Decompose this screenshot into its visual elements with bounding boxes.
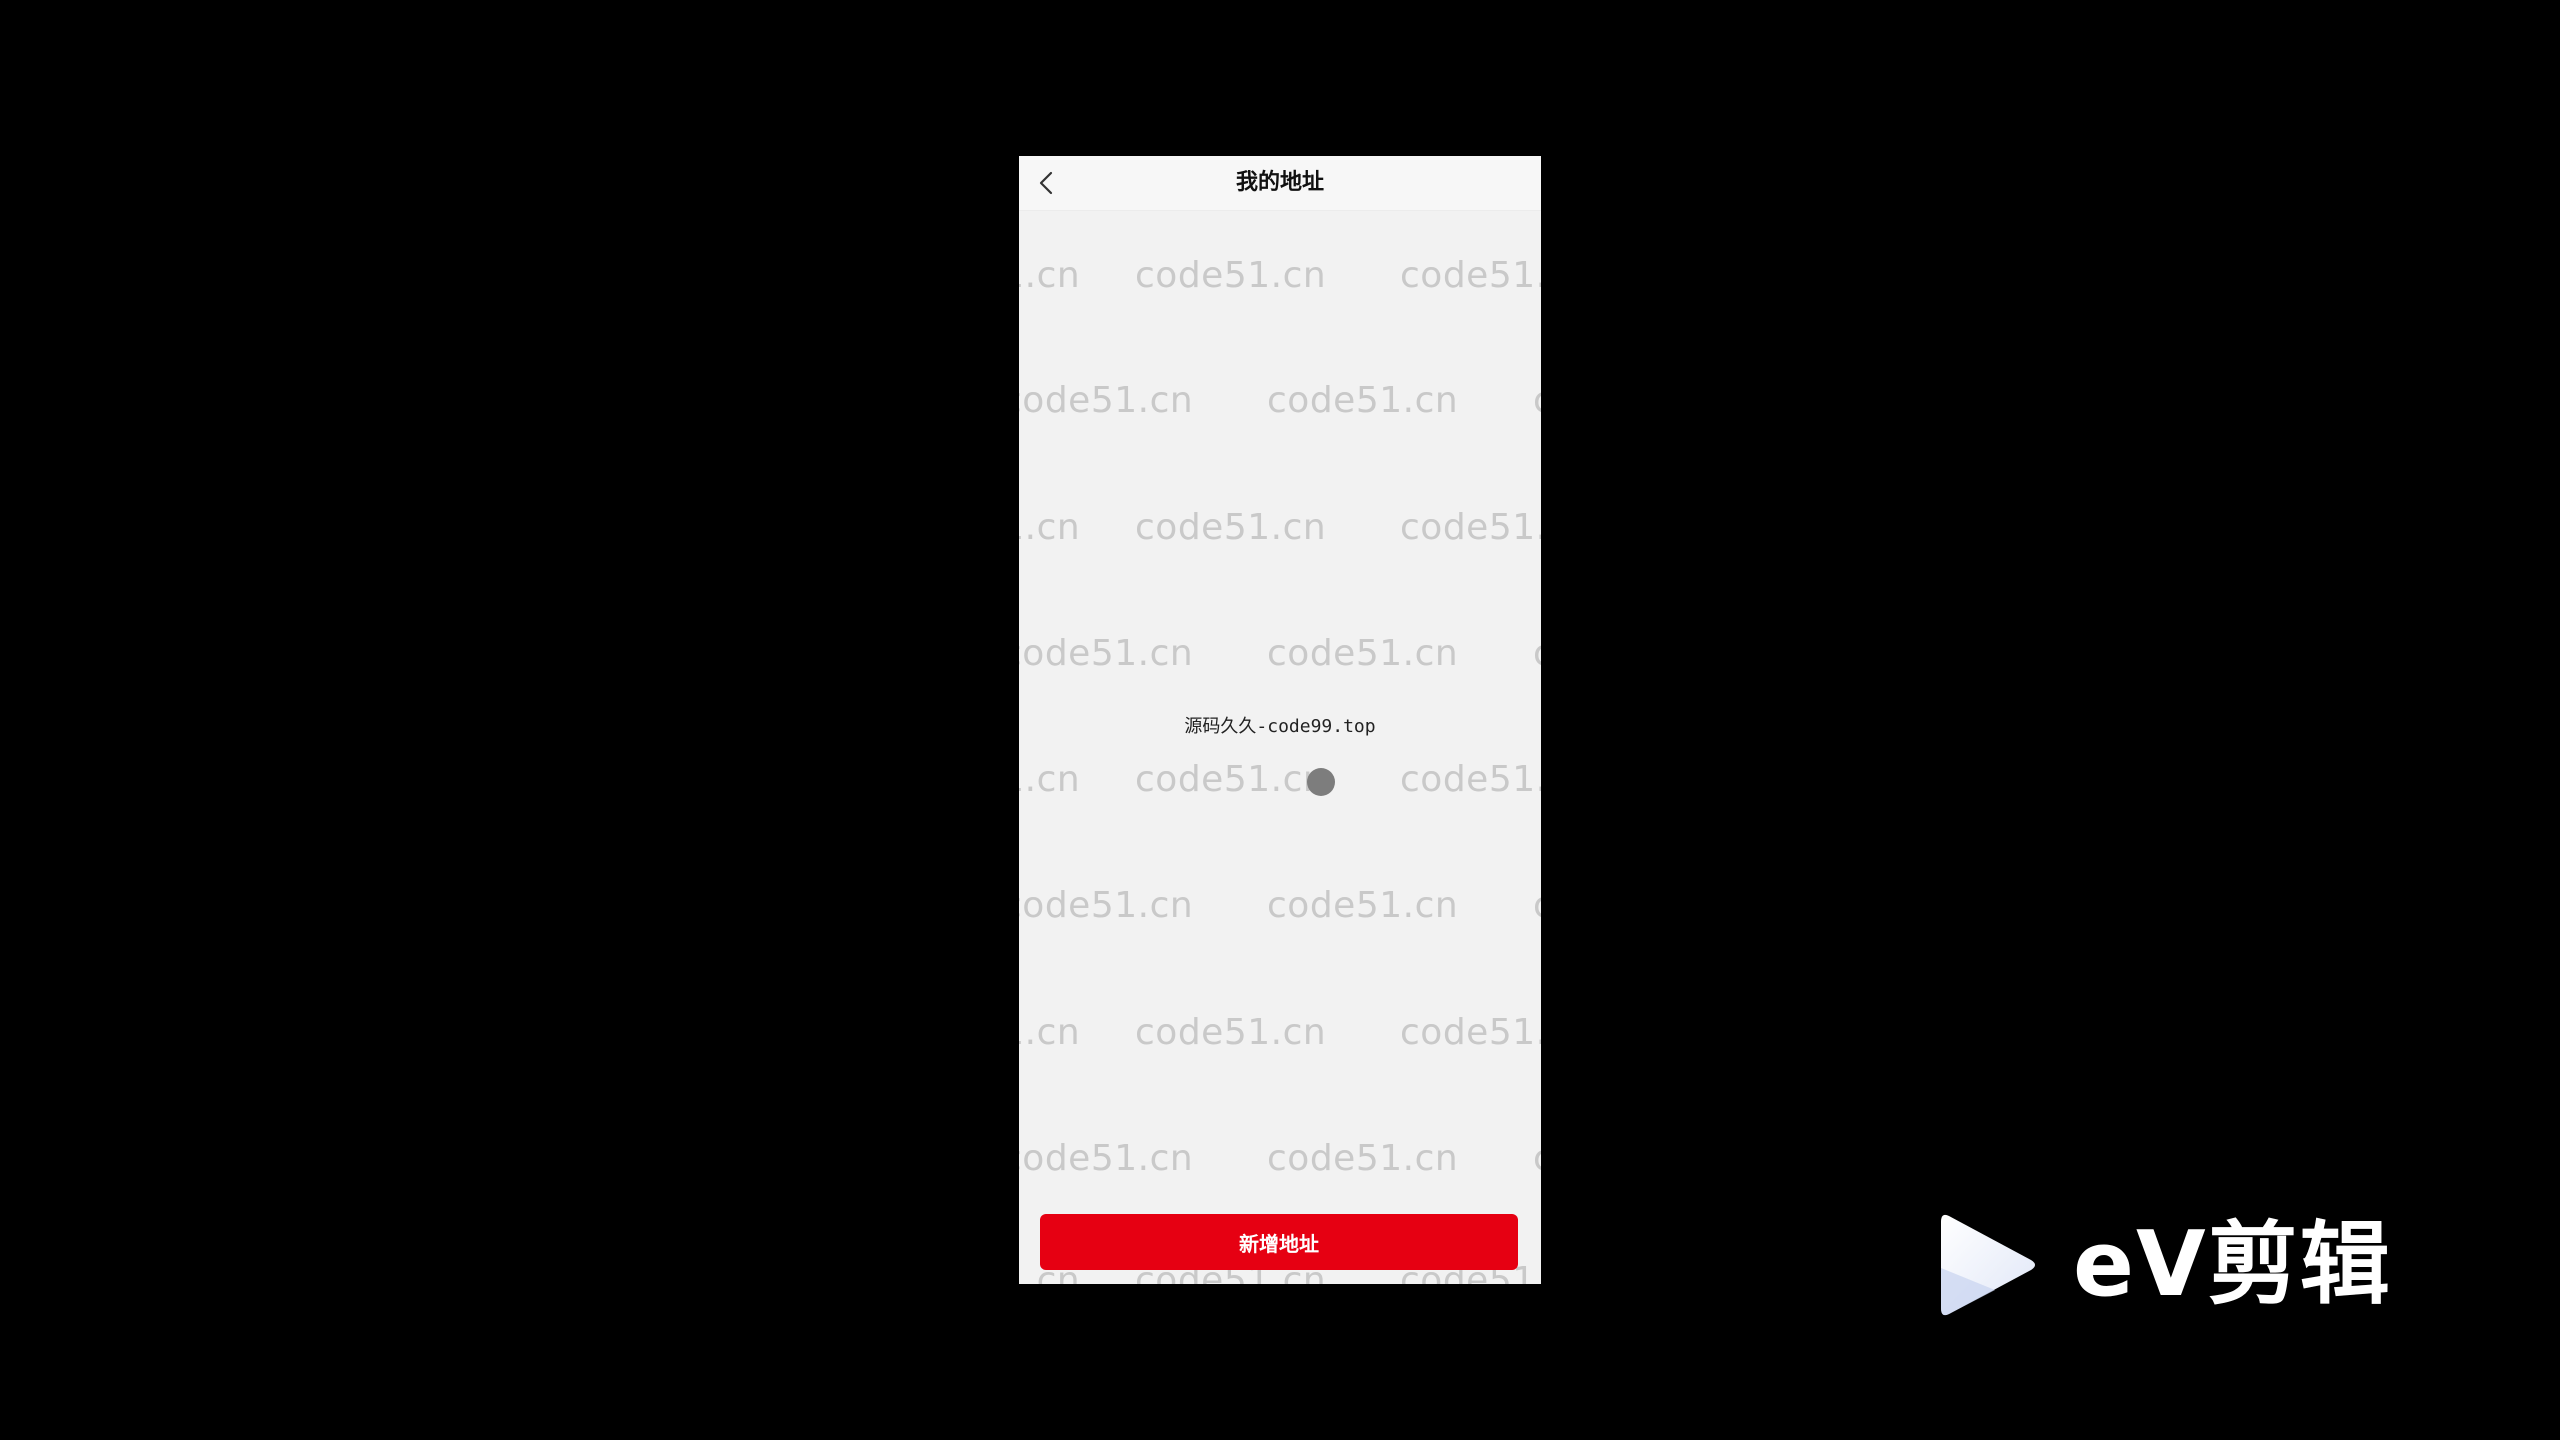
watermark: code51.cn [1135, 255, 1327, 296]
watermark: code51.cn [1267, 633, 1459, 674]
touch-indicator [1307, 768, 1335, 796]
watermark: code51.cn [1019, 633, 1194, 674]
play-icon [1941, 1214, 2035, 1316]
watermark: code51.cn [1019, 507, 1081, 548]
watermark: code51.cn [1533, 633, 1541, 674]
watermark: code51.cn [1019, 759, 1081, 800]
watermark: code51.cn [1400, 1012, 1541, 1053]
watermark: code51.cn [1019, 1012, 1081, 1053]
watermark: code51.cn [1533, 885, 1541, 926]
empty-message: 源码久久-code99.top [1184, 716, 1376, 737]
watermark: code51.cn [1019, 255, 1081, 296]
page-title: 我的地址 [1235, 170, 1324, 195]
ev-brand-watermark: eV剪辑 [1935, 1208, 2425, 1322]
back-button[interactable] [1029, 165, 1065, 201]
add-address-button[interactable]: 新增地址 [1040, 1214, 1518, 1270]
watermark: code51.cn [1135, 1012, 1327, 1053]
watermark: code51.cn [1135, 759, 1327, 800]
watermark: code51.cn [1400, 759, 1541, 800]
nav-bar: 我的地址 [1019, 156, 1541, 211]
watermark: code51.cn [1267, 885, 1459, 926]
chevron-left-icon [1039, 171, 1053, 195]
watermark: code51.cn [1267, 1138, 1459, 1179]
watermark: code51.cn [1135, 507, 1327, 548]
watermark: code51.cn [1019, 885, 1194, 926]
watermark: code51.cn [1400, 255, 1541, 296]
watermark: code51.cn [1019, 1138, 1194, 1179]
watermark: code51.cn [1267, 380, 1459, 421]
watermark: code51.cn [1533, 380, 1541, 421]
watermark: code51.cn [1533, 1138, 1541, 1179]
watermark: code51.cn [1019, 380, 1194, 421]
ev-brand-text: eV剪辑 [2073, 1212, 2392, 1317]
phone-screen: code51.cn code51.cn code51.cn code51.cn … [1019, 156, 1541, 1284]
watermark: code51.cn [1400, 507, 1541, 548]
